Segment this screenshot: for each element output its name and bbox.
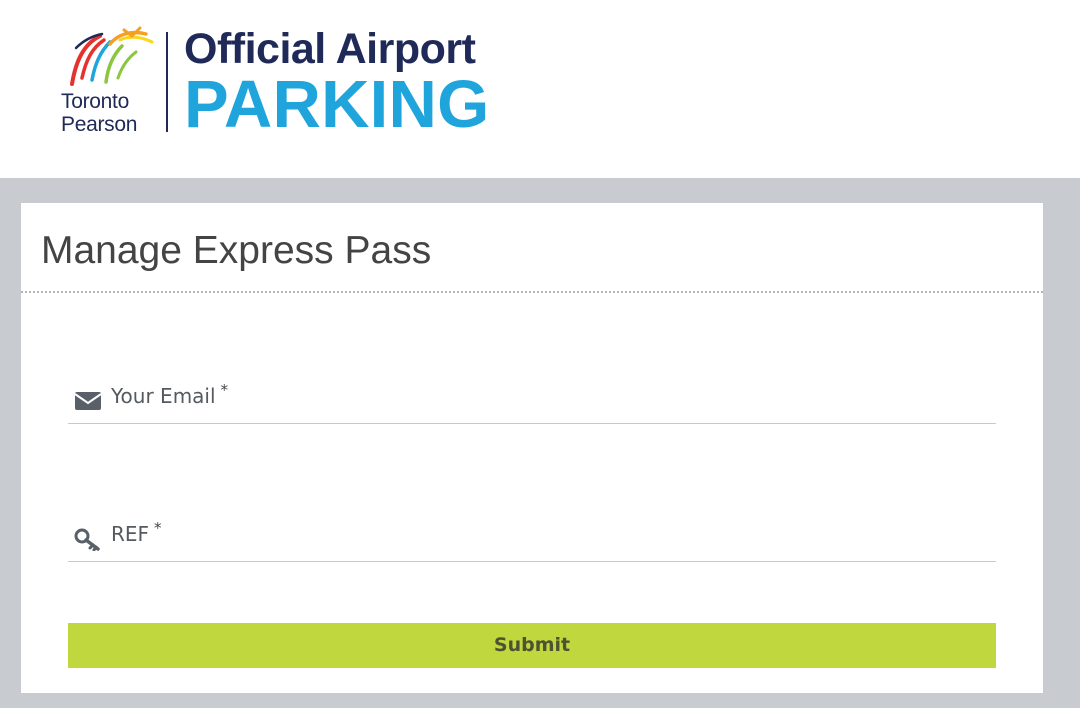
submit-button[interactable]: Submit (68, 623, 996, 668)
title-divider (21, 291, 1043, 293)
ref-field: REF * (68, 519, 996, 562)
brand-subtitle: PARKING (184, 67, 490, 142)
logo-divider (166, 32, 168, 132)
site-logo[interactable]: Toronto Pearson Official Airport PARKING (58, 22, 518, 142)
ref-input[interactable] (68, 521, 996, 561)
airport-name: Toronto Pearson (61, 90, 137, 136)
site-header: Toronto Pearson Official Airport PARKING (0, 0, 1080, 178)
email-field: Your Email * (68, 381, 996, 424)
pearson-bird-icon (70, 26, 154, 86)
express-pass-card: Manage Express Pass Your Email * REF * Sub… (21, 203, 1043, 693)
page-title: Manage Express Pass (41, 229, 432, 272)
airport-name-line2: Pearson (61, 113, 138, 136)
email-input[interactable] (68, 383, 996, 423)
airport-name-line1: Toronto (61, 90, 129, 113)
